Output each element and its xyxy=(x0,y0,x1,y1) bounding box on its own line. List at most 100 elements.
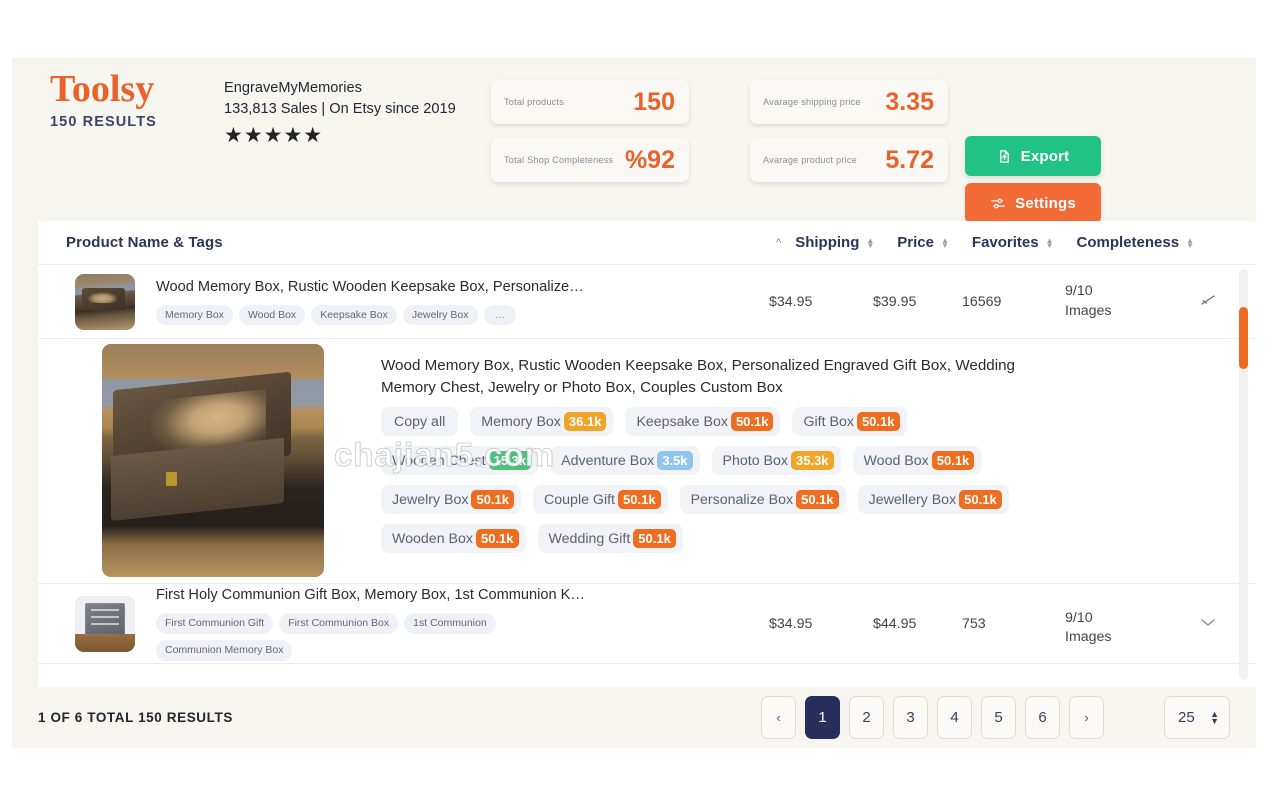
tag-chip[interactable]: Wood Box xyxy=(238,304,306,326)
sort-icon[interactable]: ▲ ▼ xyxy=(866,236,874,249)
stat-card-avg-shipping-price: Avarage shipping price 3.35 xyxy=(750,80,948,124)
keyword-tag[interactable]: Wedding Gift 50.1k xyxy=(537,524,683,554)
keyword-tag-label: Jewelry Box xyxy=(392,491,469,508)
keyword-tag-count: 50.1k xyxy=(471,490,515,510)
brand-results-label: 150 RESULTS xyxy=(50,113,157,130)
vertical-scrollbar[interactable] xyxy=(1239,269,1248,680)
keyword-tag-count: 50.1k xyxy=(796,490,839,510)
product-thumbnail[interactable] xyxy=(75,273,135,330)
tag-chip[interactable]: First Communion Gift xyxy=(156,613,274,634)
header-actions: Export Settings xyxy=(965,136,1101,223)
sort-icon[interactable]: ▲ ▼ xyxy=(1186,236,1194,249)
pagination-page-3[interactable]: 3 xyxy=(893,696,928,739)
keyword-tag[interactable]: Keepsake Box 50.1k xyxy=(625,407,781,437)
keyword-tag[interactable]: Photo Box 35.3k xyxy=(711,446,841,476)
keyword-tag-label: Wooden Box xyxy=(392,530,473,547)
toolsy-app: Toolsy 150 RESULTS EngraveMyMemories 133… xyxy=(12,58,1256,748)
pagination-next[interactable]: › xyxy=(1069,696,1104,739)
expand-row-button[interactable] xyxy=(1198,616,1218,632)
export-button-label: Export xyxy=(1020,147,1070,165)
column-header-shipping[interactable]: Shipping ▲ ▼ xyxy=(795,234,874,251)
stat-label: Total Shop Completeness xyxy=(504,154,614,165)
keyword-tag[interactable]: Jewellery Box 50.1k xyxy=(857,485,1009,515)
tag-chip[interactable]: Keepsake Box xyxy=(311,304,397,326)
product-thumbnail[interactable] xyxy=(75,595,135,652)
tag-chip-more[interactable]: … xyxy=(483,304,517,326)
page-size-select[interactable]: 25 ▲ ▼ xyxy=(1164,696,1230,739)
shop-info: EngraveMyMemories 133,813 Sales | On Ets… xyxy=(224,78,474,146)
table-row[interactable]: First Holy Communion Gift Box, Memory Bo… xyxy=(38,584,1256,664)
settings-button[interactable]: Settings xyxy=(965,183,1101,223)
product-title[interactable]: Wood Memory Box, Rustic Wooden Keepsake … xyxy=(156,278,626,297)
column-header-shipping-label: Shipping xyxy=(795,234,860,251)
copy-all-button[interactable]: Copy all xyxy=(381,407,459,437)
chevron-up-icon[interactable]: ^ xyxy=(776,237,781,249)
export-icon xyxy=(997,149,1012,164)
column-header-price-label: Price xyxy=(897,234,934,251)
keyword-tag-label: Adventure Box xyxy=(561,452,655,469)
table-row-expanded[interactable]: Wood Memory Box, Rustic Wooden Keepsake … xyxy=(38,339,1256,584)
stat-card-avg-product-price: Avarage product price 5.72 xyxy=(750,138,948,182)
tag-row: Wooden Chest 15.3k Adventure Box 3.5k Ph… xyxy=(381,446,1066,476)
products-panel: Product Name & Tags ^ Shipping ▲ ▼ Price … xyxy=(38,221,1256,688)
keyword-tag[interactable]: Wood Box 50.1k xyxy=(852,446,982,476)
pagination-page-1[interactable]: 1 xyxy=(805,696,840,739)
keyword-tag[interactable]: Wooden Chest 15.3k xyxy=(381,446,539,476)
app-header: Toolsy 150 RESULTS EngraveMyMemories 133… xyxy=(12,58,1256,223)
stat-column-left: Total products 150 Total Shop Completene… xyxy=(491,80,689,196)
keyword-tag-label: Memory Box xyxy=(481,413,561,430)
stat-card-shop-completeness: Total Shop Completeness %92 xyxy=(491,138,689,182)
sort-icon[interactable]: ▲ ▼ xyxy=(1046,236,1054,249)
product-image-large[interactable] xyxy=(102,344,324,577)
keyword-tag-label: Wedding Gift xyxy=(548,530,631,547)
table-row[interactable]: Wood Memory Box, Rustic Wooden Keepsake … xyxy=(38,265,1256,339)
table-header: Product Name & Tags ^ Shipping ▲ ▼ Price … xyxy=(38,221,1256,265)
tag-chip[interactable]: 1st Communion xyxy=(404,613,496,634)
keyword-tag-label: Personalize Box xyxy=(690,491,794,508)
column-header-product-name[interactable]: Product Name & Tags xyxy=(66,234,223,251)
pagination-page-5[interactable]: 5 xyxy=(981,696,1016,739)
table-body: Wood Memory Box, Rustic Wooden Keepsake … xyxy=(38,265,1256,688)
sort-icon[interactable]: ▲ ▼ xyxy=(941,236,949,249)
keyword-tag-label: Couple Gift xyxy=(544,491,616,508)
cell-favorites: 16569 xyxy=(962,293,1002,310)
column-header-favorites[interactable]: Favorites ▲ ▼ xyxy=(972,234,1054,251)
tag-chip[interactable]: First Communion Box xyxy=(279,613,399,634)
pagination-page-6[interactable]: 6 xyxy=(1025,696,1060,739)
tag-chip[interactable]: Jewelry Box xyxy=(402,304,478,326)
product-title[interactable]: Wood Memory Box, Rustic Wooden Keepsake … xyxy=(381,355,1066,398)
keyword-tag[interactable]: Personalize Box 50.1k xyxy=(679,485,846,515)
collapse-row-button[interactable] xyxy=(1198,293,1220,311)
keyword-tag[interactable]: Gift Box 50.1k xyxy=(792,407,907,437)
cell-favorites: 753 xyxy=(962,616,986,632)
product-title[interactable]: First Holy Communion Gift Box, Memory Bo… xyxy=(156,586,626,605)
column-header-price[interactable]: Price ▲ ▼ xyxy=(897,234,949,251)
stat-value: %92 xyxy=(624,145,675,174)
tag-chip[interactable]: Memory Box xyxy=(156,304,233,326)
keyword-tag[interactable]: Wooden Box 50.1k xyxy=(381,524,526,554)
column-header-completeness[interactable]: Completeness ▲ ▼ xyxy=(1077,234,1194,251)
pagination-page-2[interactable]: 2 xyxy=(849,696,884,739)
product-tag-list: Copy all Memory Box 36.1k Keepsake Box 5… xyxy=(381,407,1066,554)
keyword-tag-count: 36.1k xyxy=(563,412,607,432)
keyword-tag[interactable]: Adventure Box 3.5k xyxy=(550,446,700,476)
cell-price: $44.95 xyxy=(873,616,917,632)
stat-value: 150 xyxy=(633,87,675,116)
stat-column-right: Avarage shipping price 3.35 Avarage prod… xyxy=(750,80,948,196)
pagination-prev[interactable]: ‹ xyxy=(761,696,796,739)
keyword-tag[interactable]: Memory Box 36.1k xyxy=(470,407,614,437)
tag-chip[interactable]: Communion Memory Box xyxy=(156,639,293,661)
stat-label: Avarage product price xyxy=(763,154,857,165)
keyword-tag-count: 3.5k xyxy=(657,451,693,471)
product-tag-chips: Memory Box Wood Box Keepsake Box Jewelry… xyxy=(156,304,626,326)
export-button[interactable]: Export xyxy=(965,136,1101,176)
keyword-tag-label: Gift Box xyxy=(803,413,854,430)
keyword-tag[interactable]: Jewelry Box 50.1k xyxy=(381,485,522,515)
keyword-tag[interactable]: Couple Gift 50.1k xyxy=(533,485,668,515)
pagination-page-4[interactable]: 4 xyxy=(937,696,972,739)
column-header-favorites-label: Favorites xyxy=(971,234,1039,251)
keyword-tag-count: 35.3k xyxy=(791,451,834,471)
scrollbar-thumb[interactable] xyxy=(1239,307,1248,369)
chevron-updown-icon: ▲ ▼ xyxy=(1210,708,1219,726)
keyword-tag-count: 50.1k xyxy=(931,451,975,471)
